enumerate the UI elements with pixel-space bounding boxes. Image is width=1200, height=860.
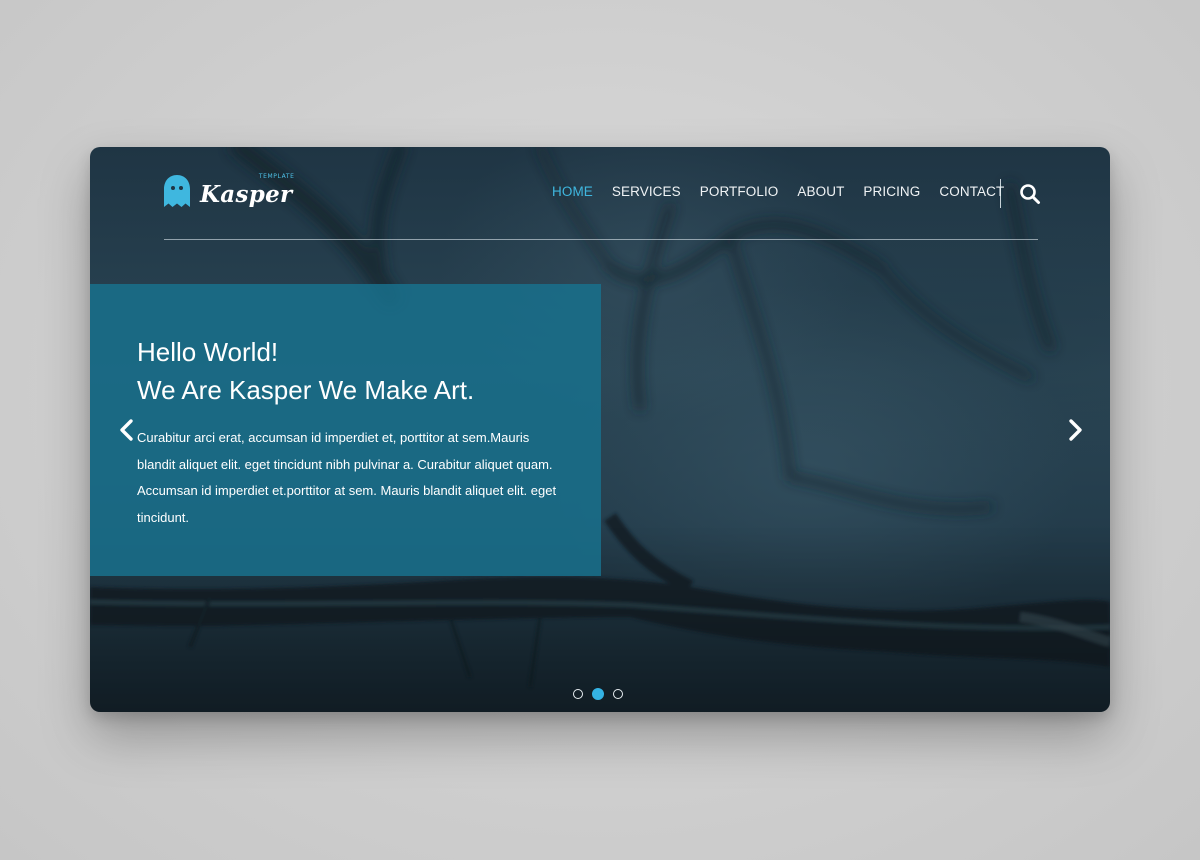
brand-name: Kasper (200, 180, 293, 208)
slide-caption: Hello World! We Are Kasper We Make Art. … (90, 284, 601, 576)
slider-pagination (573, 688, 623, 700)
chevron-right-icon[interactable] (1065, 418, 1085, 442)
chevron-left-icon[interactable] (117, 418, 137, 442)
hero-slider: Kasper TEMPLATE HOME SERVICES PORTFOLIO … (90, 147, 1110, 712)
nav-item-contact[interactable]: CONTACT (939, 184, 1004, 199)
header-divider (164, 239, 1038, 240)
slide-title: Hello World! We Are Kasper We Make Art. (137, 333, 474, 409)
main-nav: HOME SERVICES PORTFOLIO ABOUT PRICING CO… (552, 184, 1023, 199)
ghost-icon (164, 175, 190, 207)
brand-tagline: TEMPLATE (258, 172, 295, 180)
nav-item-about[interactable]: ABOUT (797, 184, 844, 199)
slide-description: Curabitur arci erat, accumsan id imperdi… (137, 430, 557, 525)
brand-wordmark: Kasper TEMPLATE (200, 173, 294, 208)
slide-title-line-1: Hello World! (137, 337, 279, 367)
nav-item-home[interactable]: HOME (552, 184, 593, 199)
search-icon[interactable] (1019, 183, 1041, 205)
brand-logo[interactable]: Kasper TEMPLATE (163, 171, 294, 211)
nav-item-pricing[interactable]: PRICING (863, 184, 920, 199)
slider-dot[interactable] (613, 689, 623, 699)
nav-item-portfolio[interactable]: PORTFOLIO (700, 184, 779, 199)
slider-dot[interactable] (573, 689, 583, 699)
slider-dot[interactable] (592, 688, 604, 700)
slide-title-line-2: We Are Kasper We Make Art. (137, 375, 475, 405)
nav-item-services[interactable]: SERVICES (612, 184, 681, 199)
nav-divider (1000, 179, 1001, 208)
